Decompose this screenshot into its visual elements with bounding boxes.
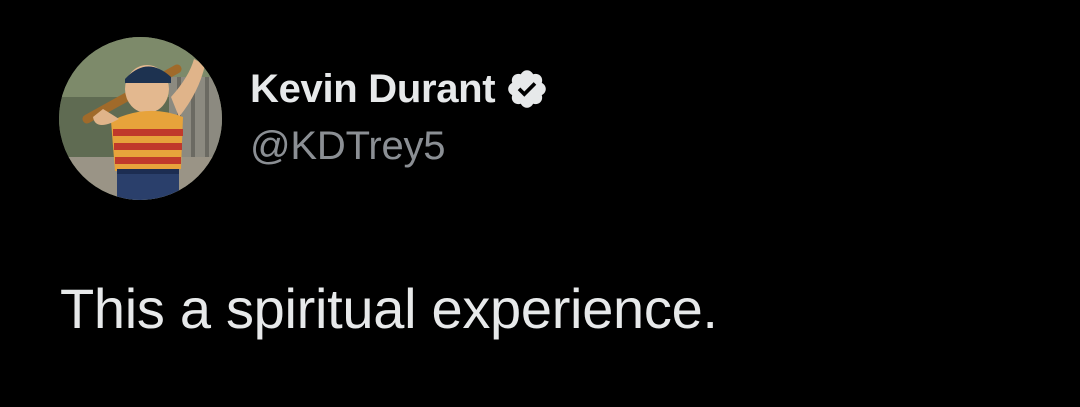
verified-badge-icon: [508, 70, 547, 108]
avatar[interactable]: [59, 37, 222, 200]
tweet-text: This a spiritual experience.: [60, 277, 718, 340]
author-name-row[interactable]: Kevin Durant: [250, 63, 549, 115]
avatar-photo: [59, 37, 222, 200]
author-handle[interactable]: @KDTrey5: [250, 124, 446, 169]
tweet-card: Kevin Durant @KDTrey5 This a spiritual e…: [0, 0, 1080, 407]
author-display-name[interactable]: Kevin Durant: [250, 67, 496, 112]
